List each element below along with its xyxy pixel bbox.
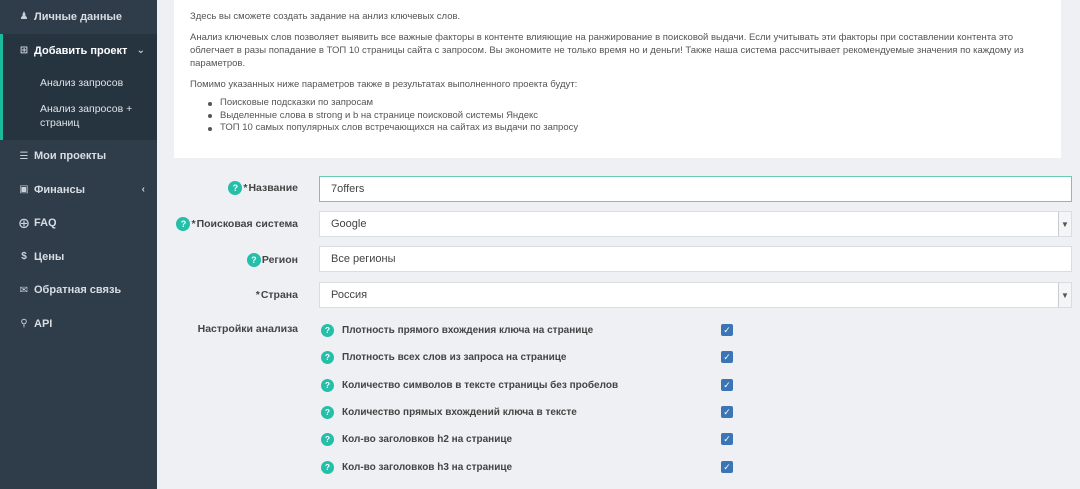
nav-label: Финансы	[34, 183, 86, 196]
help-icon[interactable]: ?	[321, 432, 334, 446]
nav-label: Обратная связь	[34, 284, 122, 297]
help-icon[interactable]: ?	[321, 350, 334, 364]
sidebar: ♟ Личные данные ⊞ Добавить проект ⌄ Анал…	[0, 0, 157, 489]
nav-label: API	[34, 317, 53, 330]
option-row: ? Количество символов в тексте страницы …	[321, 376, 741, 394]
nav-label: Добавить проект	[34, 44, 128, 57]
help-icon[interactable]: ?	[321, 460, 334, 474]
option-row: ? Плотность всех слов из запроса на стра…	[321, 348, 741, 366]
list-item: ТОП 10 самых популярных слов встречающих…	[206, 122, 1045, 135]
nav-feedback[interactable]: ✉ Обратная связь	[0, 274, 157, 308]
user-icon: ♟	[19, 11, 29, 23]
search-engine-label: ? * Поисковая система	[160, 216, 298, 232]
nav-add-project[interactable]: ⊞ Добавить проект ⌄	[0, 33, 157, 68]
checkbox-checked[interactable]: ✓	[721, 406, 733, 418]
nav-label: Цены	[34, 250, 65, 263]
option-row: ? Количество прямых вхождений ключа в те…	[321, 403, 741, 421]
info-card: Здесь вы сможете создать задание на анли…	[174, 0, 1061, 158]
option-row: ? Плотность прямого вхождения ключа на с…	[321, 321, 741, 339]
list-item: Выделенные слова в strong и b на страниц…	[206, 110, 1045, 123]
info-description: Анализ ключевых слов позволяет выявить в…	[190, 32, 1024, 69]
analysis-settings-label: Настройки анализа	[197, 323, 298, 335]
nav-prices[interactable]: $ Цены	[0, 240, 157, 274]
region-input[interactable]: Все регионы	[319, 246, 1072, 272]
help-icon[interactable]: ?	[176, 217, 191, 231]
nav-faq[interactable]: ⨁ FAQ	[0, 207, 157, 241]
info-bullet-list: Поисковые подсказки по запросам Выделенн…	[206, 97, 1045, 135]
search-engine-select[interactable]: Google ▼	[319, 211, 1072, 237]
nav-label: Личные данные	[34, 10, 122, 23]
help-icon[interactable]: ?	[321, 378, 334, 392]
chevron-left-icon: ‹	[141, 184, 145, 196]
wallet-icon: ▣	[19, 184, 29, 196]
nav-personal-data[interactable]: ♟ Личные данные	[0, 0, 157, 34]
chevron-down-icon: ⌄	[136, 45, 145, 56]
info-extra-intro: Помимо указанных ниже параметров также в…	[190, 79, 578, 90]
nav-label: FAQ	[34, 217, 57, 230]
add-project-submenu: Анализ запросов Анализ запросов + страни…	[0, 67, 157, 140]
lifebuoy-icon: ⨁	[19, 217, 29, 229]
checkbox-checked[interactable]: ✓	[721, 351, 733, 363]
country-select[interactable]: Россия ▼	[319, 282, 1072, 308]
submenu-query-analysis[interactable]: Анализ запросов	[40, 72, 157, 94]
nav-finance[interactable]: ▣ Финансы ‹	[0, 173, 157, 207]
checkbox-checked[interactable]: ✓	[721, 379, 733, 391]
help-icon[interactable]: ?	[321, 323, 334, 337]
nav-my-projects[interactable]: ☰ Мои проекты	[0, 140, 157, 174]
info-intro: Здесь вы сможете создать задание на анли…	[190, 11, 461, 22]
nav-api[interactable]: ⚲ API	[0, 307, 157, 341]
submenu-query-page-analysis[interactable]: Анализ запросов + страниц	[40, 98, 157, 134]
nav-label: Мои проекты	[34, 150, 107, 163]
region-label: ? Регион	[160, 252, 298, 268]
help-icon[interactable]: ?	[228, 181, 243, 195]
key-icon: ⚲	[20, 318, 28, 330]
checkbox-checked[interactable]: ✓	[721, 433, 733, 445]
country-label: * Страна	[255, 289, 298, 301]
required-mark: *	[243, 182, 248, 194]
dollar-icon: $	[21, 251, 27, 263]
help-icon[interactable]: ?	[246, 253, 261, 267]
option-row: ? Кол-во заголовков h3 на странице ✓	[321, 458, 741, 476]
envelope-icon: ✉	[19, 284, 29, 296]
checkbox-checked[interactable]: ✓	[721, 461, 733, 473]
list-icon: ☰	[19, 150, 29, 162]
name-input[interactable]: 7offers	[319, 176, 1072, 202]
required-mark: *	[255, 289, 260, 301]
list-item: Поисковые подсказки по запросам	[206, 97, 1045, 110]
chevron-down-icon[interactable]: ▼	[1058, 283, 1071, 307]
name-label: ? * Название	[160, 180, 298, 196]
required-mark: *	[191, 218, 196, 230]
chevron-down-icon[interactable]: ▼	[1058, 212, 1071, 236]
plus-square-icon: ⊞	[19, 45, 29, 56]
help-icon[interactable]: ?	[321, 405, 334, 419]
checkbox-checked[interactable]: ✓	[721, 324, 733, 336]
option-row: ? Кол-во заголовков h2 на странице ✓	[321, 430, 741, 448]
